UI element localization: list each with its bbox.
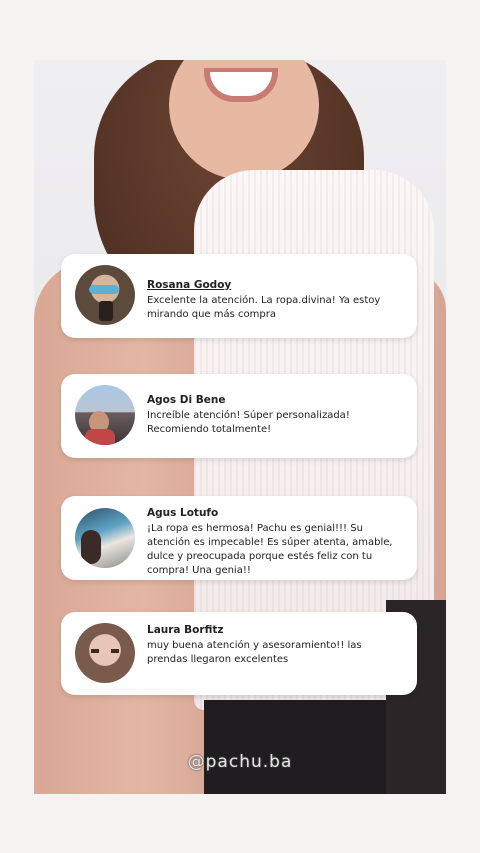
reviewer-name[interactable]: Agus Lotufo — [147, 507, 218, 519]
reviewer-name[interactable]: Laura Borfitz — [147, 624, 223, 636]
avatar[interactable] — [75, 385, 135, 445]
avatar[interactable] — [75, 623, 135, 683]
review-card: Rosana Godoy Excelente la atención. La r… — [61, 254, 417, 338]
review-card: Agus Lotufo ¡La ropa es hermosa! Pachu e… — [61, 496, 417, 580]
review-text: Increíble atención! Súper personalizada!… — [147, 410, 350, 435]
review-text: ¡La ropa es hermosa! Pachu es genial!!! … — [147, 523, 393, 576]
reviewer-name[interactable]: Rosana Godoy — [147, 279, 231, 291]
review-text: muy buena atención y asesoramiento!! las… — [147, 640, 362, 665]
review-text: Excelente la atención. La ropa.divina! Y… — [147, 295, 381, 320]
avatar[interactable] — [75, 265, 135, 325]
avatar[interactable] — [75, 508, 135, 568]
review-card: Agos Di Bene Increíble atención! Súper p… — [61, 374, 417, 458]
reviewer-name[interactable]: Agos Di Bene — [147, 394, 225, 406]
review-card: Laura Borfitz muy buena atención y aseso… — [61, 612, 417, 695]
account-handle[interactable]: @pachu.ba — [0, 752, 480, 772]
